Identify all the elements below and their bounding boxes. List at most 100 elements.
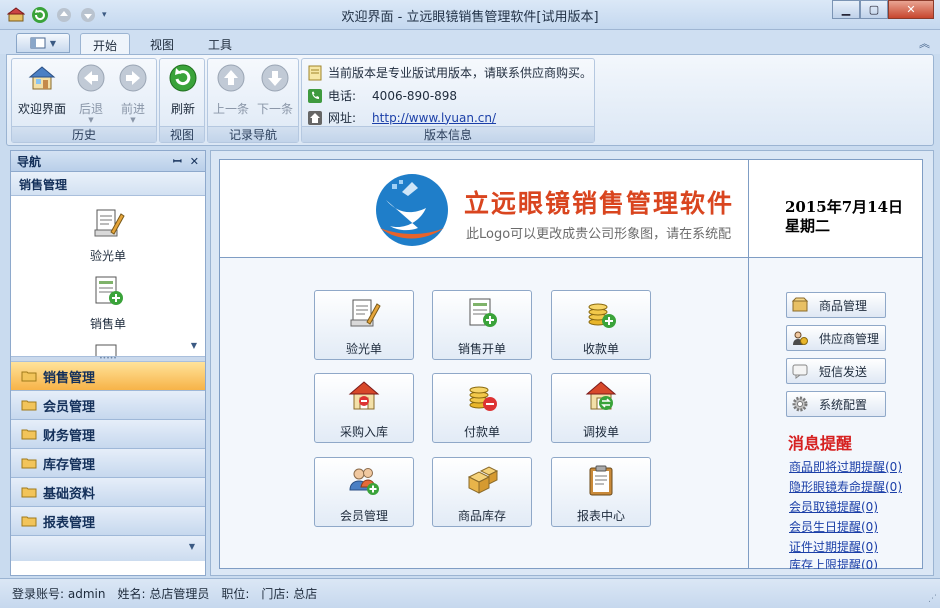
folder-icon (21, 458, 37, 469)
main-content: 立远眼镜销售管理软件 此Logo可以更改成贵公司形象图，请在系统配 2015年7… (210, 150, 934, 576)
tile-sales-order[interactable]: 销售开单 (432, 290, 532, 360)
ribbon-group-history: 欢迎界面 后退 ▼ 前进 ▼ 历史 (11, 58, 157, 143)
nav-item-eye-test[interactable]: 验光单 (11, 206, 205, 264)
tile-transfer[interactable]: 调拨单 (551, 373, 651, 443)
alert-link-stock-upper-limit[interactable]: 库存上限提醒(0) (789, 556, 878, 569)
pin-icon[interactable]: ꟷ (173, 154, 182, 169)
nav-category-finance[interactable]: 财务管理 (11, 420, 205, 449)
status-account: 登录账号: admin (12, 587, 106, 601)
sales-order-icon (469, 298, 497, 327)
folder-icon (21, 487, 37, 498)
product-management-button[interactable]: 商品管理 (786, 292, 886, 318)
status-position: 职位: (221, 587, 250, 601)
nav-item-list: 验光单 销售单 ▼ (11, 196, 205, 356)
chevron-down-icon[interactable]: ▼ (189, 542, 195, 551)
ribbon-group-record-nav: 上一条 下一条 记录导航 (207, 58, 299, 143)
ribbon-tab-bar: ▼ 开始 视图 工具 ︽ (0, 30, 940, 54)
refresh-icon (169, 64, 197, 92)
ribbon-group-view: 刷新 视图 (159, 58, 205, 143)
payment-coins-icon (469, 386, 497, 411)
ribbon-group-label: 视图 (160, 126, 204, 142)
nav-section-title: 销售管理 (11, 172, 205, 196)
system-config-button[interactable]: 系统配置 (786, 391, 886, 417)
alert-link-certificate-expiry[interactable]: 证件过期提醒(0) (789, 538, 878, 555)
tab-home[interactable]: 开始 (80, 33, 131, 54)
purchase-warehouse-icon (348, 381, 380, 410)
window-title: 欢迎界面 - 立远眼镜销售管理软件[试用版本] (341, 10, 599, 25)
arrow-left-icon (77, 64, 105, 92)
back-button[interactable]: 后退 ▼ (70, 63, 112, 124)
message-icon (792, 364, 808, 379)
sms-send-button[interactable]: 短信发送 (786, 358, 886, 384)
version-phone: 电话: 4006-890-898 (308, 87, 457, 104)
nav-item-partial[interactable] (11, 342, 205, 356)
tab-view[interactable]: 视图 (138, 33, 186, 54)
app-menu-button[interactable]: ▼ (16, 33, 70, 53)
supplier-management-button[interactable]: 供应商管理 (786, 325, 886, 351)
folder-icon (21, 429, 37, 440)
current-date: 2015年7月14日 (785, 198, 904, 216)
tile-eye-test[interactable]: 验光单 (314, 290, 414, 360)
nav-category-reports[interactable]: 报表管理 (11, 507, 205, 536)
nav-category-sales[interactable]: 销售管理 (11, 362, 205, 391)
minimize-button[interactable]: ▁ (832, 0, 860, 19)
close-icon[interactable]: ✕ (190, 155, 199, 168)
scroll-down-icon[interactable]: ▼ (191, 341, 197, 350)
welcome-button[interactable]: 欢迎界面 (16, 63, 68, 117)
arrow-right-icon (119, 64, 147, 92)
nav-category-members[interactable]: 会员管理 (11, 391, 205, 420)
close-button[interactable]: ✕ (888, 0, 934, 19)
sales-order-icon (95, 276, 123, 305)
ribbon-group-label: 记录导航 (208, 126, 298, 142)
supplier-icon (793, 331, 808, 345)
alert-link-contact-lens-life[interactable]: 隐形眼镜寿命提醒(0) (789, 478, 902, 495)
transfer-warehouse-icon (585, 381, 617, 410)
tile-receipt[interactable]: 收款单 (551, 290, 651, 360)
logo-title: 立远眼镜销售管理软件 (464, 189, 735, 218)
forward-button[interactable]: 前进 ▼ (112, 63, 154, 124)
logo-subtitle: 此Logo可以更改成贵公司形象图，请在系统配 (466, 227, 732, 242)
alert-link-member-pickup[interactable]: 会员取镜提醒(0) (789, 498, 878, 515)
tile-purchase-in[interactable]: 采购入库 (314, 373, 414, 443)
logo-banner: 立远眼镜销售管理软件 此Logo可以更改成贵公司形象图，请在系统配 (220, 160, 748, 258)
note-icon (308, 65, 322, 80)
nav-item-sales-order[interactable]: 销售单 (11, 274, 205, 332)
nav-header: 导航 ꟷ ✕ (11, 151, 205, 172)
chevron-down-icon: ▼ (130, 116, 136, 124)
nav-category-inventory[interactable]: 库存管理 (11, 449, 205, 478)
nav-overflow-bar: ▼ (11, 536, 205, 561)
tile-reports[interactable]: 报表中心 (551, 457, 651, 527)
resize-grip-icon[interactable]: ⋰ (928, 594, 937, 604)
alert-link-product-expiry[interactable]: 商品即将过期提醒(0) (789, 458, 902, 475)
tile-payment[interactable]: 付款单 (432, 373, 532, 443)
next-record-button[interactable]: 下一条 (254, 63, 296, 117)
version-site: 网址: http://www.lyuan.cn/ (308, 109, 496, 126)
website-link[interactable]: http://www.lyuan.cn/ (372, 111, 496, 125)
folder-icon (21, 516, 37, 527)
version-notice: 当前版本是专业版试用版本，请联系供应商购买。 (308, 64, 592, 81)
home-icon (308, 110, 322, 125)
ribbon-group-label: 版本信息 (302, 126, 594, 142)
chevron-down-icon: ▼ (49, 38, 57, 48)
eye-test-icon (350, 299, 381, 327)
company-logo-icon (376, 174, 448, 246)
alert-link-member-birthday[interactable]: 会员生日提醒(0) (789, 518, 878, 535)
tile-stock[interactable]: 商品库存 (432, 457, 532, 527)
maximize-button[interactable]: ▢ (860, 0, 888, 19)
refresh-button[interactable]: 刷新 (162, 63, 204, 117)
gear-icon (792, 396, 808, 412)
panel-divider (748, 258, 749, 568)
tab-tools[interactable]: 工具 (196, 33, 244, 54)
ribbon-group-version: 当前版本是专业版试用版本，请联系供应商购买。 电话: 4006-890-898 … (301, 58, 595, 143)
previous-record-button[interactable]: 上一条 (210, 63, 252, 117)
menu-icon (30, 37, 46, 49)
message-alerts-title: 消息提醒 (788, 434, 853, 453)
welcome-panel: 立远眼镜销售管理软件 此Logo可以更改成贵公司形象图，请在系统配 2015年7… (219, 159, 923, 569)
navigation-panel: 导航 ꟷ ✕ 销售管理 验光单 销售单 ▼ ••••• 销售管理 会员管理 财务… (10, 150, 206, 576)
tile-member[interactable]: 会员管理 (314, 457, 414, 527)
receipt-coins-icon (588, 303, 616, 328)
chevron-down-icon: ▼ (88, 116, 94, 124)
collapse-ribbon-icon[interactable]: ︽ (919, 35, 930, 51)
nav-category-basic-data[interactable]: 基础资料 (11, 478, 205, 507)
phone-icon (308, 88, 322, 103)
